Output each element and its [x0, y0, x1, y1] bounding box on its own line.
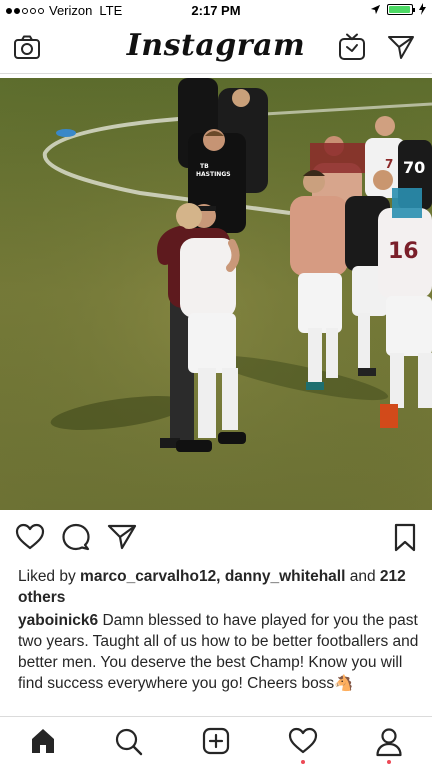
bookmark-icon[interactable]: [393, 523, 417, 553]
svg-text:70: 70: [403, 158, 425, 177]
bottom-tab-bar: [0, 716, 432, 768]
svg-text:TB: TB: [200, 163, 209, 170]
top-navigation-bar: Instagram: [0, 22, 432, 74]
activity-notification-dot: [301, 760, 305, 764]
liker-username-2[interactable]: danny_whitehall: [225, 568, 346, 585]
liker-username-1[interactable]: marco_carvalho12,: [80, 568, 220, 585]
location-arrow-icon: [370, 4, 381, 14]
status-time: 2:17 PM: [191, 3, 241, 18]
post-caption: yaboinick6 Damn blessed to have played f…: [18, 610, 422, 694]
heart-icon[interactable]: [15, 523, 45, 551]
post-actions: [0, 518, 432, 558]
igtv-icon[interactable]: [338, 33, 366, 61]
caption-username[interactable]: yaboinick6: [18, 612, 98, 629]
new-post-icon[interactable]: [202, 727, 230, 755]
share-icon[interactable]: [107, 523, 137, 551]
svg-text:16: 16: [388, 239, 419, 264]
profile-notification-dot: [387, 760, 391, 764]
status-bar: Verizon LTE 2:17 PM: [0, 0, 432, 22]
battery-icon: [387, 3, 415, 15]
likes-prefix: Liked by: [18, 568, 81, 585]
soccer-photo-image: TB HASTINGS 70 7 16: [0, 78, 432, 510]
likes-line: Liked by marco_carvalho12, danny_whiteha…: [18, 566, 418, 608]
home-icon[interactable]: [29, 727, 57, 755]
svg-text:7: 7: [385, 157, 393, 171]
status-right: [370, 3, 426, 15]
activity-heart-icon[interactable]: [288, 727, 318, 755]
search-icon[interactable]: [114, 727, 144, 757]
horse-emoji-icon: 🐴: [334, 675, 354, 692]
instagram-logo: Instagram: [126, 28, 306, 63]
comment-icon[interactable]: [61, 523, 91, 551]
likes-joiner: and: [345, 568, 380, 585]
post-photo[interactable]: TB HASTINGS 70 7 16: [0, 78, 432, 510]
direct-message-icon[interactable]: [387, 34, 415, 60]
svg-text:HASTINGS: HASTINGS: [196, 171, 231, 178]
charging-bolt-icon: [419, 3, 426, 15]
profile-icon[interactable]: [375, 727, 403, 757]
